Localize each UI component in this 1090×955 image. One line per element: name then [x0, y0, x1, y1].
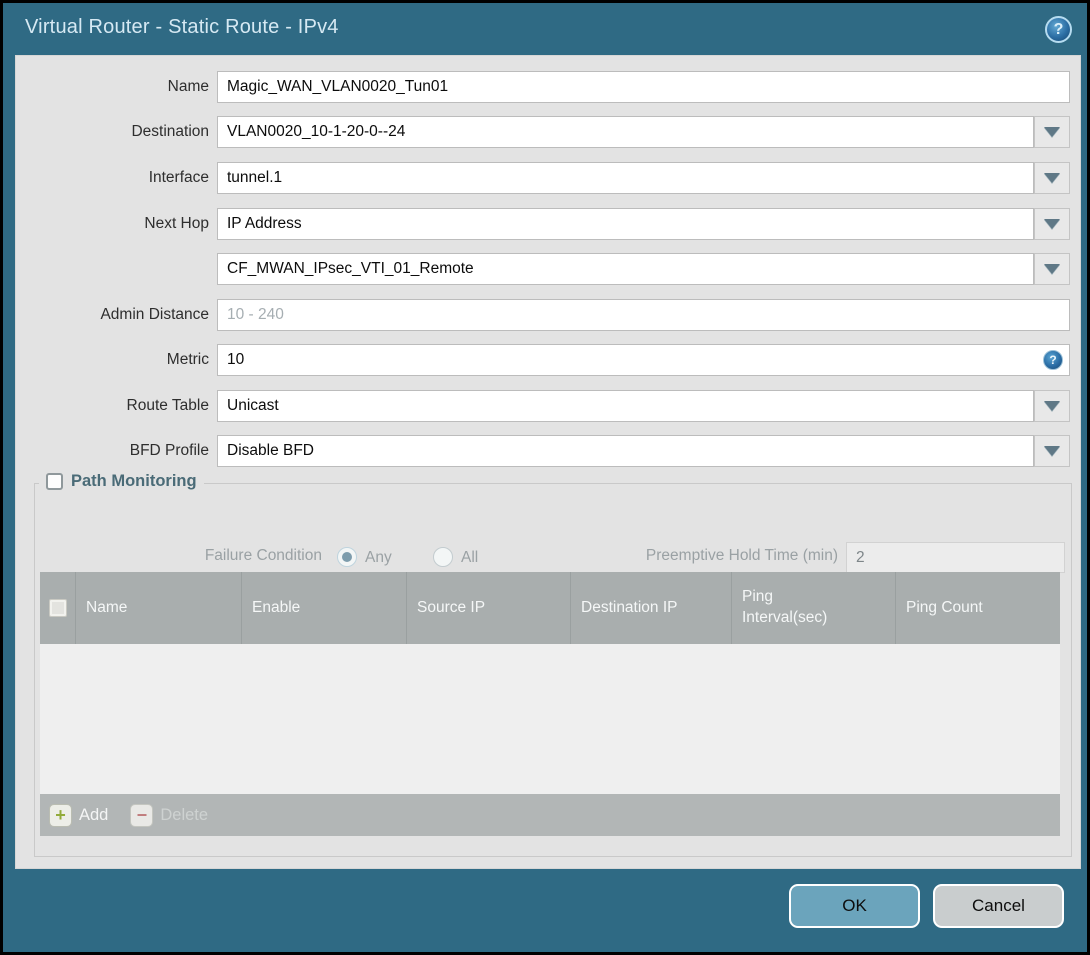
failure-condition-all-radio[interactable]	[433, 547, 453, 567]
interface-label: Interface	[148, 169, 209, 186]
failure-condition-all-label: All	[461, 549, 479, 566]
column-header-destination-ip[interactable]: Destination IP	[571, 572, 732, 644]
path-monitoring-checkbox[interactable]	[46, 473, 63, 490]
dialog-titlebar: Virtual Router - Static Route - IPv4 ?	[6, 3, 1084, 52]
metric-label: Metric	[166, 351, 209, 368]
interface-dropdown-button[interactable]	[1034, 162, 1070, 194]
add-button[interactable]: + Add	[49, 803, 108, 827]
add-icon: +	[49, 803, 72, 827]
field-row-interface: Interface	[16, 162, 1070, 194]
column-header-source-ip[interactable]: Source IP	[407, 572, 571, 644]
static-route-dialog: Virtual Router - Static Route - IPv4 ? N…	[0, 0, 1090, 955]
help-icon[interactable]: ?	[1045, 16, 1072, 43]
next-hop-address-input[interactable]	[217, 253, 1034, 285]
bfd-profile-dropdown-button[interactable]	[1034, 435, 1070, 467]
table-header: Name Enable Source IP Destination IP Pin…	[40, 572, 1060, 644]
column-header-ping-interval[interactable]: Ping Interval(sec)	[732, 572, 896, 644]
route-table-input[interactable]	[217, 390, 1034, 422]
field-row-name: Name	[16, 71, 1070, 103]
table-body-empty	[40, 644, 1060, 794]
next-hop-address-dropdown-button[interactable]	[1034, 253, 1070, 285]
field-row-next-hop-address	[16, 253, 1070, 285]
delete-button[interactable]: − Delete	[130, 803, 208, 827]
failure-condition-row: Failure Condition Any All Preemptive Hol…	[35, 542, 1073, 573]
table-toolbar: + Add − Delete	[40, 794, 1060, 836]
admin-distance-label: Admin Distance	[100, 306, 209, 323]
metric-input[interactable]	[217, 344, 1070, 376]
field-row-admin-distance: Admin Distance	[16, 299, 1070, 331]
preemptive-hold-time-label: Preemptive Hold Time (min)	[645, 547, 838, 564]
field-row-next-hop: Next Hop	[16, 208, 1070, 240]
field-row-metric: Metric ?	[16, 344, 1070, 376]
next-hop-type-dropdown-button[interactable]	[1034, 208, 1070, 240]
chevron-down-icon	[1044, 446, 1060, 456]
path-monitoring-legend: Path Monitoring	[39, 472, 204, 491]
chevron-down-icon	[1044, 127, 1060, 137]
destination-label: Destination	[131, 123, 209, 140]
failure-condition-any-radio[interactable]	[337, 547, 357, 567]
next-hop-type-input[interactable]	[217, 208, 1034, 240]
dialog-title: Virtual Router - Static Route - IPv4	[25, 16, 339, 38]
interface-input[interactable]	[217, 162, 1034, 194]
column-header-ping-count[interactable]: Ping Count	[896, 572, 1060, 644]
metric-help-icon[interactable]: ?	[1043, 350, 1063, 370]
route-table-dropdown-button[interactable]	[1034, 390, 1070, 422]
column-header-name[interactable]: Name	[76, 572, 242, 644]
field-row-route-table: Route Table	[16, 390, 1070, 422]
name-input[interactable]	[217, 71, 1070, 103]
ok-button[interactable]: OK	[789, 884, 920, 928]
field-row-bfd-profile: BFD Profile	[16, 435, 1070, 467]
chevron-down-icon	[1044, 401, 1060, 411]
preemptive-hold-time-input[interactable]	[846, 542, 1065, 573]
path-monitoring-table: Name Enable Source IP Destination IP Pin…	[40, 572, 1060, 836]
chevron-down-icon	[1044, 264, 1060, 274]
chevron-down-icon	[1044, 219, 1060, 229]
chevron-down-icon	[1044, 173, 1060, 183]
bfd-profile-input[interactable]	[217, 435, 1034, 467]
path-monitoring-title: Path Monitoring	[71, 472, 197, 490]
bfd-profile-label: BFD Profile	[129, 442, 209, 459]
select-all-checkbox[interactable]	[48, 599, 67, 617]
failure-condition-label: Failure Condition	[204, 547, 322, 564]
cancel-button[interactable]: Cancel	[933, 884, 1064, 928]
name-label: Name	[167, 78, 209, 95]
dialog-content-panel: Name Destination Interface	[15, 55, 1081, 869]
failure-condition-any-label: Any	[365, 549, 392, 566]
destination-dropdown-button[interactable]	[1034, 116, 1070, 148]
next-hop-label: Next Hop	[144, 215, 209, 232]
select-all-column-header	[40, 572, 76, 644]
destination-input[interactable]	[217, 116, 1034, 148]
column-header-enable[interactable]: Enable	[242, 572, 407, 644]
field-row-destination: Destination	[16, 116, 1070, 148]
admin-distance-input[interactable]	[217, 299, 1070, 331]
delete-icon: −	[130, 803, 154, 827]
route-table-label: Route Table	[126, 397, 209, 414]
